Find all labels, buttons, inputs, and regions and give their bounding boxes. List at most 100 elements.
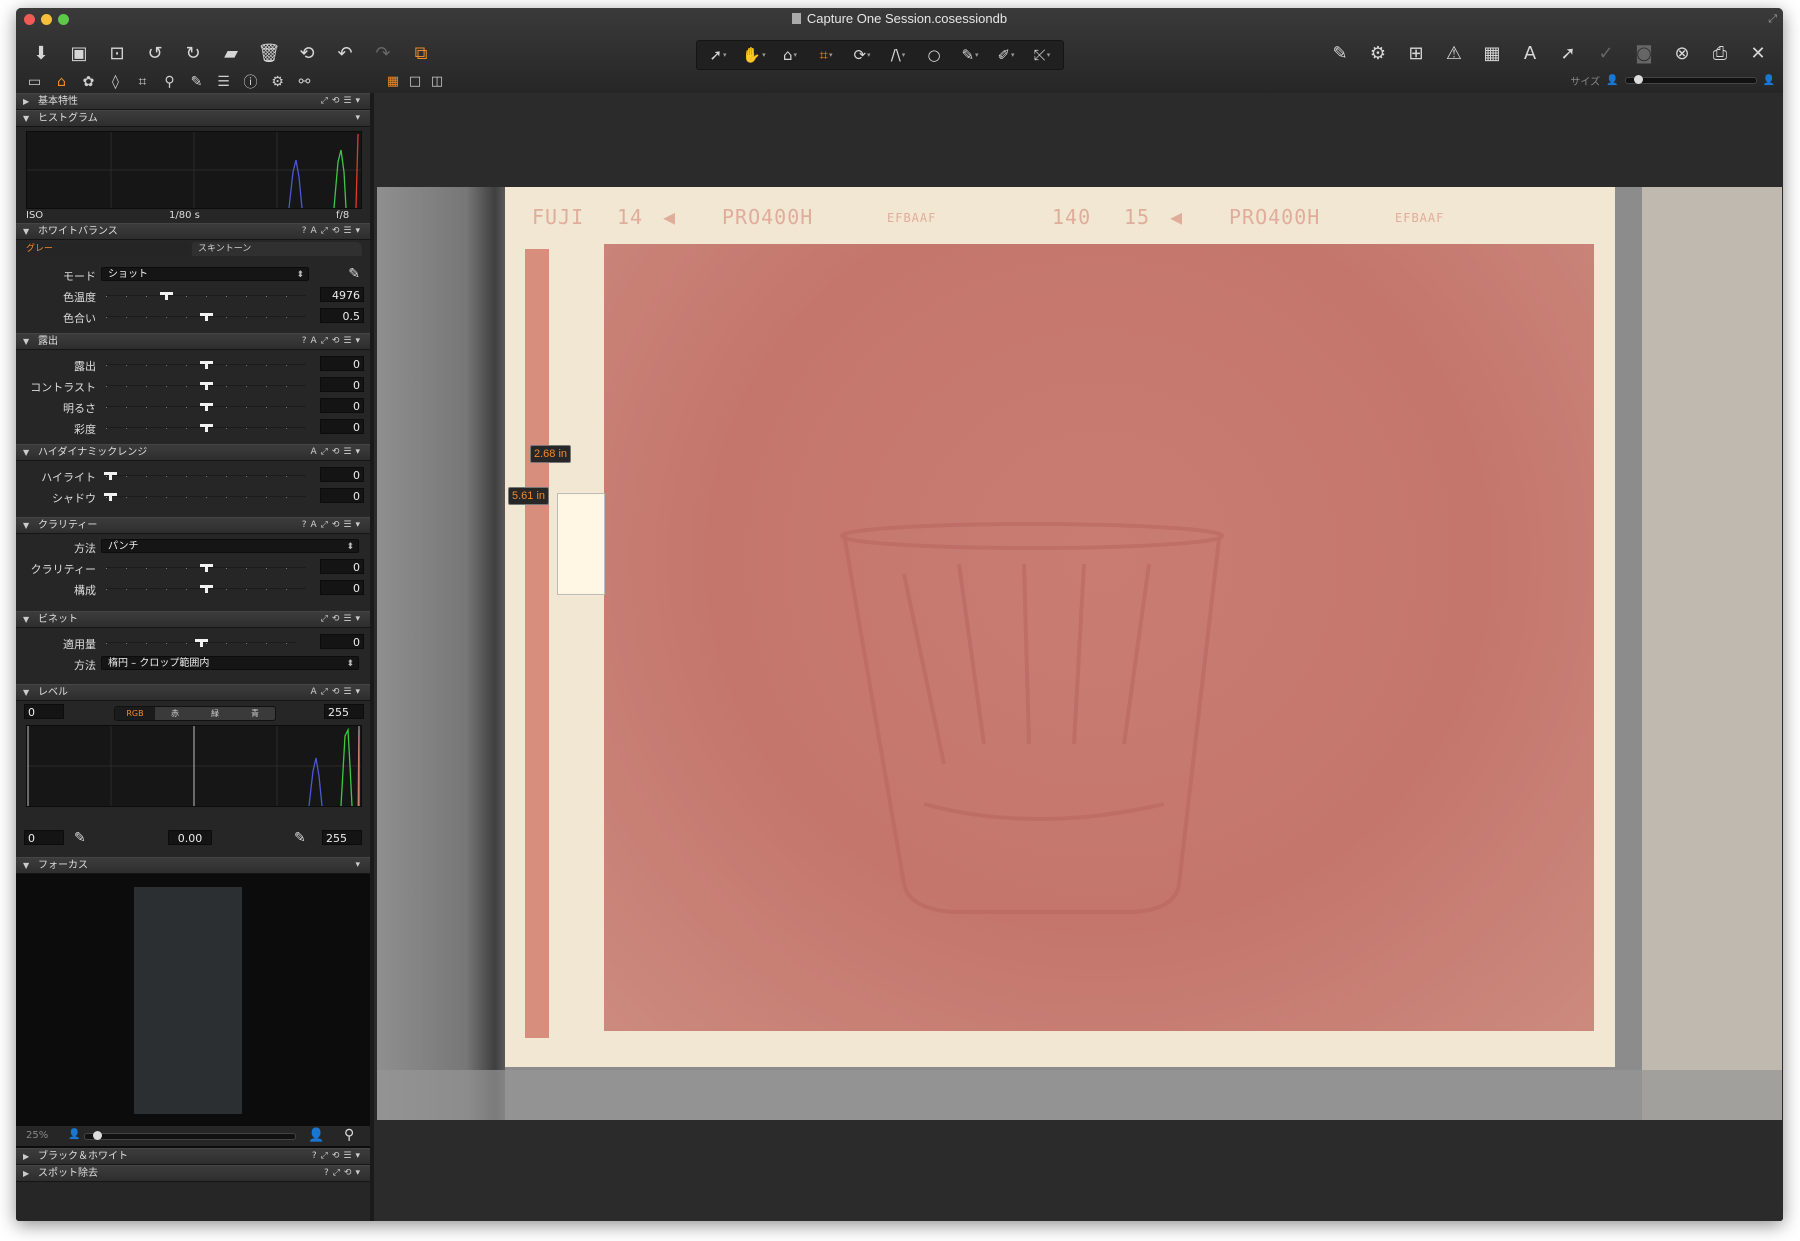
saturation-knob[interactable] — [200, 424, 213, 432]
section-controls[interactable]: ?A⤢⟲☰▾ — [302, 518, 364, 533]
levels-histogram[interactable] — [26, 725, 362, 807]
section-black-white[interactable]: ▶ ブラック＆ホワイト ?⤢⟲☰▾ — [16, 1148, 370, 1165]
keystone-icon[interactable]: /\ ▾ — [881, 40, 915, 70]
crop-tab-icon[interactable]: ⌗ — [131, 72, 154, 92]
contrast-slider[interactable] — [106, 382, 306, 390]
exposure-knob[interactable] — [200, 361, 213, 369]
capture-alt-icon[interactable]: ⊡ — [100, 39, 134, 69]
undo-icon[interactable]: ↶ — [328, 39, 362, 69]
tint-slider[interactable] — [106, 313, 306, 321]
capture-icon[interactable]: ▣ — [62, 39, 96, 69]
circle-x-icon[interactable]: ⊗ — [1665, 39, 1699, 69]
channel-red[interactable]: 赤 — [155, 707, 195, 720]
arrow-check-icon[interactable]: ✓ — [1589, 39, 1623, 69]
loupe-search-icon[interactable]: ⚲ — [344, 1127, 354, 1143]
clarity-method-select[interactable]: パンチ — [101, 539, 359, 554]
clarity-slider[interactable] — [106, 564, 306, 572]
grid-view-icon[interactable]: ▦ — [384, 72, 402, 90]
section-levels[interactable]: ▼ レベル A⤢⟲☰▾ — [16, 684, 370, 701]
redo-icon[interactable]: ↷ — [366, 39, 400, 69]
vignette-amount-knob[interactable] — [195, 639, 208, 647]
batch-tab-icon[interactable]: ⚯ — [293, 72, 316, 92]
section-focus[interactable]: ▼ フォーカス ▾ — [16, 857, 370, 874]
fullscreen-icon[interactable]: ⤢ — [1768, 12, 1777, 26]
section-controls[interactable]: A⤢⟲☰▾ — [311, 445, 364, 460]
brush-tab-icon[interactable]: ✎ — [185, 72, 208, 92]
rotate-icon[interactable]: ⟳ ▾ — [845, 40, 879, 70]
section-exposure[interactable]: ▼ 露出 ?A⤢⟲☰▾ — [16, 333, 370, 350]
section-clarity[interactable]: ▼ クラリティー ?A⤢⟲☰▾ — [16, 517, 370, 534]
channel-green[interactable]: 緑 — [195, 707, 235, 720]
temperature-knob[interactable] — [160, 292, 173, 300]
crop-icon[interactable]: ⌗ ▾ — [809, 40, 843, 70]
size-slider[interactable] — [1624, 75, 1757, 84]
eraser-icon[interactable]: ✐ ▾ — [989, 40, 1023, 70]
brush-icon[interactable]: ✎ ▾ — [953, 40, 987, 70]
channel-blue[interactable]: 青 — [235, 707, 275, 720]
warning-triangle-icon[interactable]: ⚠ — [1437, 39, 1471, 69]
size-slider-knob[interactable] — [1633, 75, 1643, 84]
structure-slider[interactable] — [106, 585, 306, 593]
section-controls[interactable]: ?⤢⟲☰▾ — [312, 1149, 364, 1164]
section-controls[interactable]: ⤢⟲☰▾ — [321, 94, 364, 109]
levels-output-high[interactable]: 255 — [322, 830, 362, 845]
shadow-slider[interactable] — [104, 493, 306, 501]
section-controls[interactable]: ?⤢⟲▾ — [324, 1166, 364, 1181]
capture-tab-icon[interactable]: ⌂ — [50, 72, 73, 92]
white-point-picker-icon[interactable]: ✎ — [294, 830, 306, 846]
clarity-knob[interactable] — [200, 564, 213, 572]
text-icon[interactable]: A — [1513, 39, 1547, 69]
tools-icon[interactable]: ✕ — [1741, 39, 1775, 69]
rotate-left-icon[interactable]: ↺ — [138, 39, 172, 69]
saturation-slider[interactable] — [106, 424, 306, 432]
section-controls[interactable]: ⤢⟲☰▾ — [321, 612, 364, 627]
arrow-icon[interactable]: ➚ — [1551, 39, 1585, 69]
levels-input-high[interactable]: 255 — [324, 704, 364, 719]
pan-hand-icon[interactable]: ✋ ▾ — [737, 40, 771, 70]
structure-value[interactable]: 0 — [320, 580, 364, 595]
tab-gray[interactable]: グレー — [20, 242, 190, 256]
brightness-knob[interactable] — [200, 403, 213, 411]
focus-zoom-knob[interactable] — [93, 1131, 102, 1140]
mode-select[interactable]: ショット — [101, 267, 309, 282]
import-icon[interactable]: ⬇ — [24, 39, 58, 69]
highlight-value[interactable]: 0 — [320, 467, 364, 482]
contrast-value[interactable]: 0 — [320, 377, 364, 392]
temperature-value[interactable]: 4976 — [320, 287, 364, 302]
levels-midtone-value[interactable]: 0.00 — [168, 830, 212, 845]
settings-gear-icon[interactable]: ⚙ — [1361, 39, 1395, 69]
trash-icon[interactable]: 🗑 — [252, 39, 286, 69]
shadow-knob[interactable] — [104, 493, 117, 501]
section-spot-removal[interactable]: ▶ スポット除去 ?⤢⟲▾ — [16, 1165, 370, 1182]
info-tab-icon[interactable]: ⓘ — [239, 72, 262, 92]
color-tab-icon[interactable]: ✿ — [77, 72, 100, 92]
lens-tab-icon[interactable]: ◊ — [104, 72, 127, 92]
levels-input-low[interactable]: 0 — [24, 704, 64, 719]
channel-rgb[interactable]: RGB — [115, 707, 155, 720]
levels-output-low[interactable]: 0 — [24, 830, 64, 845]
section-controls[interactable]: ▾ — [355, 858, 364, 873]
black-point-picker-icon[interactable]: ✎ — [74, 830, 86, 846]
folder-tab-icon[interactable]: ▭ — [23, 72, 46, 92]
select-cursor-icon[interactable]: ➚ ▾ — [701, 40, 735, 70]
brightness-value[interactable]: 0 — [320, 398, 364, 413]
eyedropper-icon[interactable]: ✎ — [348, 266, 360, 282]
focus-zoom-slider[interactable] — [84, 1131, 296, 1140]
vignette-method-select[interactable]: 楕円 – クロップ範囲内 — [101, 656, 359, 671]
temperature-slider[interactable] — [106, 292, 306, 300]
section-vignette[interactable]: ▼ ビネット ⤢⟲☰▾ — [16, 611, 370, 628]
section-controls[interactable]: A⤢⟲☰▾ — [311, 685, 364, 700]
highlight-slider[interactable] — [104, 472, 306, 480]
film-scan-image[interactable]: FUJI 14 ◀ PRO400H EFBAAF 140 15 ◀ PRO400… — [377, 187, 1782, 1120]
tab-skin-tone[interactable]: スキントーン — [192, 242, 362, 256]
compare-view-icon[interactable]: ◫ — [428, 72, 446, 90]
reset-icon[interactable]: ⟲ — [290, 39, 324, 69]
single-view-icon[interactable]: □ — [406, 72, 424, 90]
shadow-value[interactable]: 0 — [320, 488, 364, 503]
rotate-right-icon[interactable]: ↻ — [176, 39, 210, 69]
clarity-value[interactable]: 0 — [320, 559, 364, 574]
picker-icon[interactable]: ⤪ ▾ — [1025, 40, 1059, 70]
section-basic[interactable]: ▶ 基本特性 ⤢⟲☰▾ — [16, 93, 370, 110]
highlight-knob[interactable] — [104, 472, 117, 480]
print-icon[interactable]: ⎙ — [1703, 39, 1737, 69]
